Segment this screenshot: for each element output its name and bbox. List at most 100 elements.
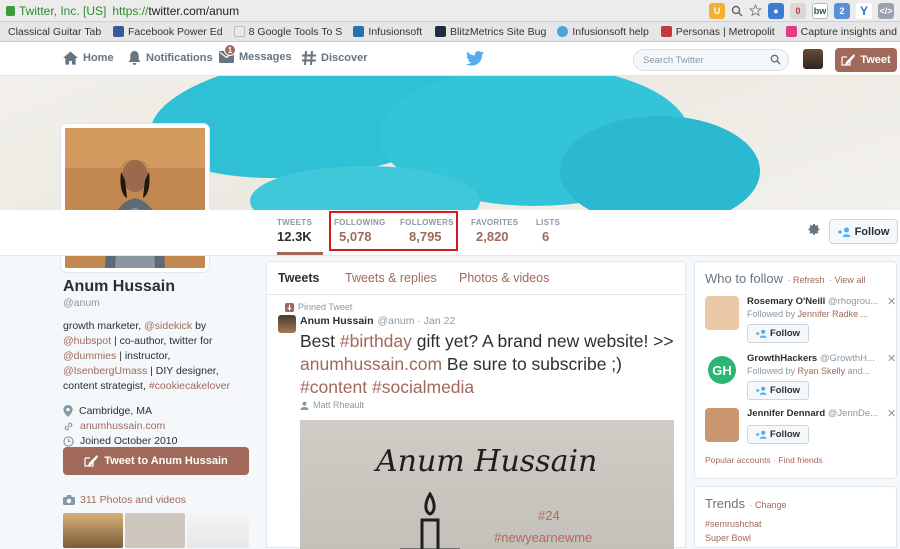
gear-icon[interactable] [806, 222, 821, 237]
clock-icon [63, 435, 74, 447]
suggestion-name[interactable]: Jennifer Dennard @JennDe... [747, 408, 885, 419]
bookmark-item[interactable]: 8 Google Tools To S [226, 26, 346, 38]
bio-hashtag-cookiecakelover[interactable]: #cookiecakelover [149, 380, 230, 392]
hashtag-socialmedia[interactable]: #socialmedia [372, 377, 474, 397]
extension-icon[interactable]: 0 [790, 2, 806, 19]
followed-by-link[interactable]: Ryan Skelly [798, 366, 846, 376]
bookmark-item[interactable]: Infusionsoft [345, 26, 427, 38]
user-avatar[interactable] [803, 49, 823, 69]
bookmark-item[interactable]: Infusionsoft help [549, 26, 652, 38]
code-icon[interactable]: </> [878, 2, 894, 19]
nav-home[interactable]: Home [63, 51, 114, 65]
follow-label: Follow [769, 328, 801, 339]
profile-handle[interactable]: @anum [63, 297, 253, 309]
media-thumbnail[interactable] [125, 513, 185, 548]
suggestion-follow-button[interactable]: Follow [747, 425, 809, 444]
search-icon[interactable] [770, 54, 781, 65]
add-user-icon [755, 386, 767, 395]
personas-icon [660, 26, 672, 37]
hashtag-content[interactable]: #content [300, 377, 367, 397]
tab-tweets[interactable]: Tweets [278, 271, 319, 285]
bio-mention-hubspot[interactable]: @hubspot [63, 335, 111, 347]
dismiss-icon[interactable]: ✕ [887, 295, 896, 308]
media-thumbnail[interactable] [63, 513, 123, 548]
media-thumbnail[interactable] [187, 513, 249, 548]
suggestion-follow-button[interactable]: Follow [747, 324, 809, 343]
extension-icon[interactable]: Y [856, 2, 872, 19]
retweeted-by[interactable]: Matt Rheault [300, 400, 364, 410]
tweet-to-button[interactable]: Tweet to Anum Hussain [63, 447, 249, 475]
profile-name[interactable]: Anum Hussain [63, 278, 253, 296]
stat-lists[interactable]: LISTS 6 [536, 218, 560, 244]
tab-tweets-replies[interactable]: Tweets & replies [345, 271, 437, 285]
website-link[interactable]: anumhussain.com [80, 420, 165, 432]
bookmark-item[interactable]: Classical Guitar Tab [0, 26, 105, 38]
suggestion-name[interactable]: Rosemary O'Neill @rhogrou... [747, 296, 885, 307]
bio-mention-sidekick[interactable]: @sidekick [144, 320, 192, 332]
globe-icon [557, 26, 569, 37]
star-icon[interactable] [749, 4, 762, 17]
secure-indicator[interactable]: Twitter, Inc. [US] [6, 4, 106, 18]
facebook-icon [113, 26, 125, 37]
suggestion-avatar[interactable] [705, 408, 739, 442]
popular-accounts-link[interactable]: Popular accounts [705, 455, 771, 465]
suggestion-name[interactable]: GrowthHackers @GrowthH... [747, 353, 885, 364]
suggestion-avatar[interactable] [705, 296, 739, 330]
bookmark-item[interactable]: BlitzMetrics Site Bug [427, 26, 549, 38]
trends-change-link[interactable]: Change [755, 500, 787, 510]
address-field[interactable]: https://twitter.com/anum [112, 4, 239, 18]
tweet-author-name[interactable]: Anum Hussain [300, 315, 374, 327]
refresh-link[interactable]: Refresh [793, 275, 825, 285]
suggestion-followed-by: Followed by Jennifer Radke ... [747, 309, 869, 319]
nav-home-label: Home [83, 52, 114, 64]
dismiss-icon[interactable]: ✕ [887, 352, 896, 365]
tweet-image[interactable]: Anum Hussain #24 #newyearnewme [300, 420, 674, 549]
find-friends-link[interactable]: Find friends [778, 455, 822, 465]
extension-icon[interactable]: U [709, 2, 725, 19]
image-hashtag-text: #newyearnewme [494, 530, 593, 545]
profile-website[interactable]: anumhussain.com [63, 420, 253, 432]
follow-label: Follow [769, 385, 801, 396]
timeline-panel: Tweets Tweets & replies Photos & videos … [266, 261, 686, 549]
quill-icon [84, 455, 99, 467]
link-icon [64, 422, 73, 430]
trend-item[interactable]: #semrushchat [705, 519, 762, 529]
extension-icon[interactable]: bw [812, 2, 828, 19]
hashtag-birthday[interactable]: #birthday [340, 331, 412, 351]
trend-item[interactable]: Super Bowl [705, 533, 751, 543]
joined-text: Joined October 2010 [80, 435, 178, 447]
compose-tweet-label: Tweet [860, 54, 891, 66]
search-icon[interactable] [731, 5, 743, 17]
infusionsoft-icon [353, 26, 365, 37]
bio-mention-umass[interactable]: @IsenbergUmass [63, 365, 147, 377]
bookmark-item[interactable]: Personas | Metropolit [653, 26, 778, 38]
view-all-link[interactable]: View all [834, 275, 865, 285]
extension-icon[interactable]: 2 [834, 2, 850, 19]
compose-tweet-button[interactable]: Tweet [835, 48, 897, 72]
search-placeholder: Search Twitter [643, 55, 704, 66]
suggestion-avatar[interactable]: GH [705, 353, 739, 387]
trends-title: Trends [705, 496, 745, 511]
user-icon [300, 401, 309, 410]
pinned-tweet-label: Pinned Tweet [285, 302, 352, 312]
tweet-author-meta[interactable]: @anum · Jan 22 [378, 315, 456, 327]
stat-favorites[interactable]: FAVORITES 2,820 [471, 218, 518, 244]
tab-photos-videos[interactable]: Photos & videos [459, 271, 549, 285]
follow-button[interactable]: Follow [829, 219, 898, 244]
bio-mention-dummies[interactable]: @dummies [63, 350, 116, 362]
followed-by-link[interactable]: Jennifer Radke ... [798, 309, 869, 319]
bookmark-item[interactable]: Capture insights and [778, 26, 900, 38]
tweet-author-avatar[interactable] [278, 315, 296, 333]
bookmark-item[interactable]: Facebook Power Ed [105, 26, 226, 38]
nav-notifications[interactable]: Notifications [128, 51, 213, 65]
stat-tweets[interactable]: TWEETS 12.3K [277, 218, 324, 255]
suggestion-follow-button[interactable]: Follow [747, 381, 809, 400]
nav-messages[interactable]: 1 Messages [219, 44, 292, 63]
search-input[interactable]: Search Twitter [633, 49, 789, 71]
photos-videos-link[interactable]: 311 Photos and videos [63, 494, 186, 506]
tweet-link[interactable]: anumhussain.com [300, 354, 442, 374]
twitter-bird-icon[interactable] [466, 51, 484, 66]
dismiss-icon[interactable]: ✕ [887, 407, 896, 420]
nav-discover[interactable]: Discover [302, 51, 367, 65]
extension-icon[interactable]: ● [768, 2, 784, 19]
